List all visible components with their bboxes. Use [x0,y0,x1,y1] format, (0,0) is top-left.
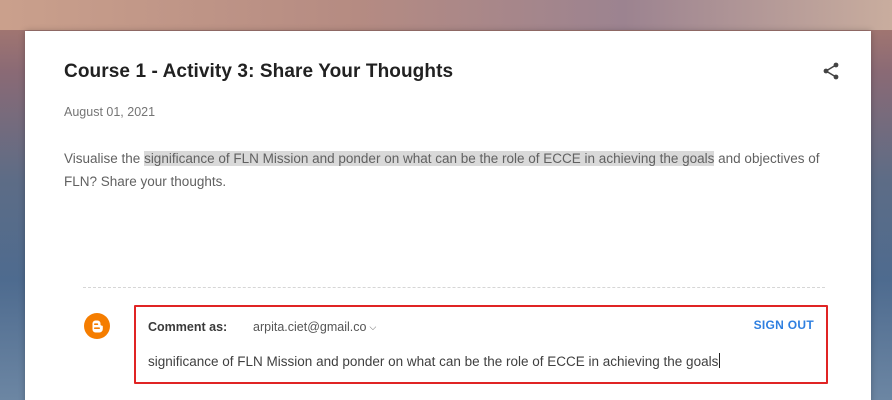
comment-form: Comment as: arpita.ciet@gmail.co ⌵ SIGN O… [134,305,828,384]
text-cursor [719,353,721,368]
post-body-highlighted: significance of FLN Mission and ponder o… [144,151,715,166]
share-icon[interactable] [821,61,841,81]
comments-divider [83,287,825,288]
post-body-intro: Visualise the [64,151,145,166]
account-dropdown[interactable]: arpita.ciet@gmail.co ⌵ [253,320,376,334]
comment-text: significance of FLN Mission and ponder o… [148,354,719,369]
comment-textarea[interactable]: significance of FLN Mission and ponder o… [148,353,721,369]
post-date: August 01, 2021 [64,105,156,119]
account-email: arpita.ciet@gmail.co [253,320,367,334]
post-card: Course 1 - Activity 3: Share Your Though… [25,31,871,400]
chevron-down-icon: ⌵ [369,322,377,332]
comment-as-label: Comment as: [148,320,228,334]
page-background: Course 1 - Activity 3: Share Your Though… [0,0,892,400]
post-title: Course 1 - Activity 3: Share Your Though… [64,61,454,82]
post-body: Visualise the significance of FLN Missio… [64,147,844,193]
sign-out-link[interactable]: SIGN OUT [754,318,814,332]
blogger-icon [84,313,110,339]
